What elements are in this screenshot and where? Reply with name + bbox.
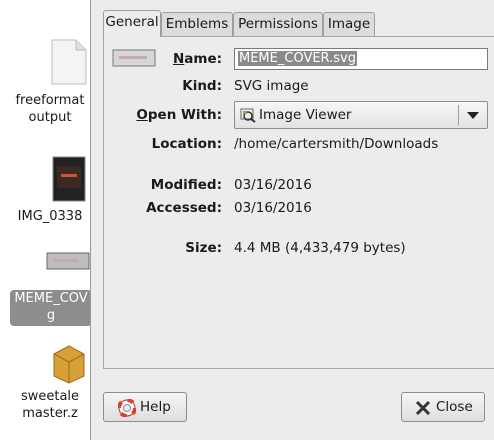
size-label: Size: [185,240,222,256]
desktop-item-label: freeformat output [15,93,85,125]
open-with-dropdown[interactable]: Image Viewer [234,101,488,129]
tab-emblems[interactable]: Emblems [161,12,233,36]
archive-icon [53,345,85,384]
desktop-item-img[interactable]: IMG_0338 [10,152,90,227]
close-button-label: Close [436,399,473,415]
properties-dialog: General Emblems Permissions Image Name: … [90,0,494,440]
image-viewer-icon [240,108,256,123]
desktop-item-meme-cover[interactable]: MEME_COV g [10,250,92,328]
desktop-item-label: sweetale master.z [20,389,80,421]
modified-value: 03/16/2016 [234,177,312,193]
accessed-label: Accessed: [146,200,222,216]
accessed-value: 03/16/2016 [234,200,312,216]
desktop-item-sweetale[interactable]: sweetale master.z [10,340,90,430]
desktop-item-freeformat[interactable]: freeformat output [10,38,90,128]
svg-thumbnail-icon [46,252,90,270]
open-with-value: Image Viewer [259,107,352,123]
name-field[interactable]: MEME_COVER.svg [234,48,488,70]
kind-label: Kind: [182,78,222,94]
close-button[interactable]: Close [401,392,485,422]
modified-label: Modified: [150,177,222,193]
name-field-value: MEME_COVER.svg [238,51,357,66]
location-label: Location: [151,136,222,152]
general-panel: Name: MEME_COVER.svg Kind: SVG image Ope… [103,36,494,369]
kind-value: SVG image [234,78,309,94]
desktop-item-label: MEME_COV g [10,290,92,326]
help-button-label: Help [140,399,171,415]
location-value: /home/cartersmith/Downloads [234,136,439,152]
chevron-down-icon [467,112,479,119]
help-lifebuoy-icon [118,399,136,417]
tab-permissions[interactable]: Permissions [233,12,323,36]
tab-general[interactable]: General [103,10,161,37]
close-icon [415,400,431,416]
dropdown-separator [458,105,459,125]
desktop-item-label: IMG_0338 [17,209,83,224]
name-label-rest: ame: [184,51,222,67]
open-with-label: Open With: [136,107,222,123]
name-label: Name: [172,51,222,67]
image-thumbnail-icon [52,156,86,202]
tab-image[interactable]: Image [323,12,375,36]
text-document-icon [51,39,87,85]
help-button[interactable]: Help [103,392,187,422]
size-value: 4.4 MB (4,433,479 bytes) [234,240,406,256]
